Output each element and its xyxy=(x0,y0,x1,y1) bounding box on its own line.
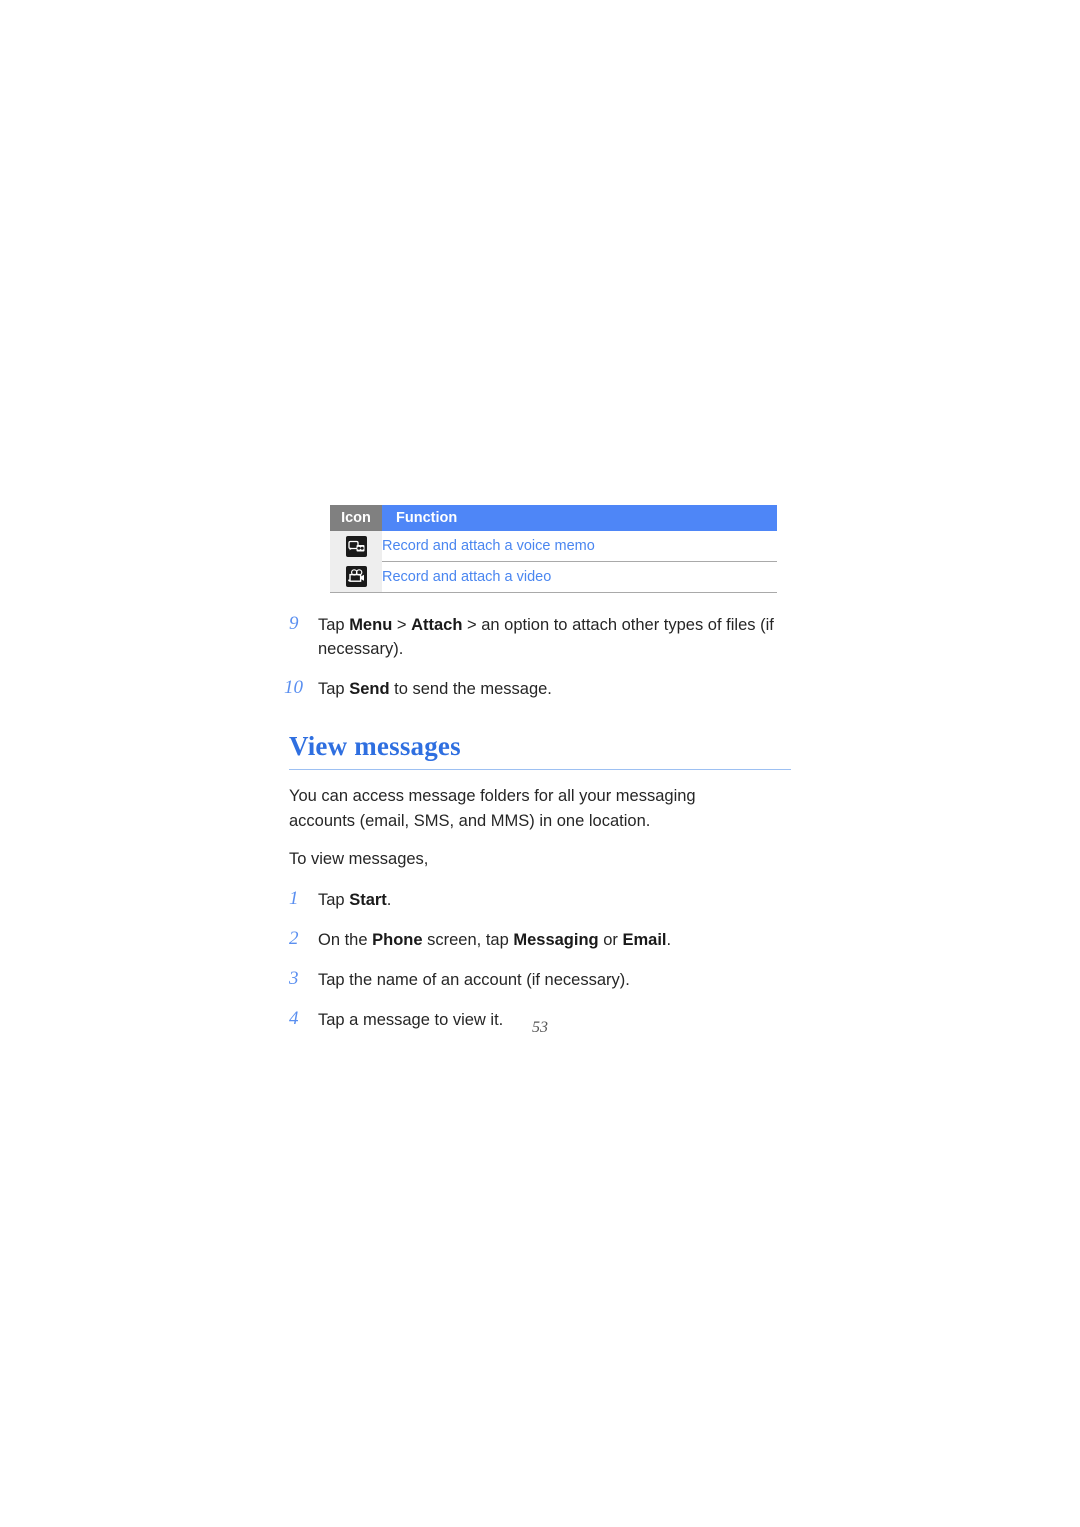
column-header-function: Function xyxy=(382,505,777,531)
voice-memo-icon xyxy=(345,535,367,557)
list-item: 9 Tap Menu > Attach > an option to attach… xyxy=(289,613,791,661)
table-body: Record and attach a voice memo Record an… xyxy=(330,531,777,593)
lead-in-paragraph: To view messages, xyxy=(289,850,429,868)
list-item: 1 Tap Start. xyxy=(289,888,791,912)
page-title: View messages xyxy=(289,731,461,761)
icon-function-table: Icon Function Record and attach a voice … xyxy=(330,505,777,593)
list-item: 2 On the Phone screen, tap Messaging or E… xyxy=(289,928,791,952)
page-content: Icon Function Record and attach a voice … xyxy=(284,505,791,1032)
heading-divider xyxy=(289,769,791,770)
steps-list-attach: 9 Tap Menu > Attach > an option to attach… xyxy=(284,613,791,701)
table-row: Record and attach a voice memo xyxy=(330,531,777,562)
table-cell-function: Record and attach a video xyxy=(382,561,777,593)
step-number: 3 xyxy=(289,967,299,989)
table-cell-function: Record and attach a voice memo xyxy=(382,531,777,562)
steps-list-view-messages: 1 Tap Start. 2 On the Phone screen, tap Mes… xyxy=(289,888,791,1032)
column-header-icon: Icon xyxy=(330,505,382,531)
manual-page: Icon Function Record and attach a voice … xyxy=(0,0,1080,1527)
table-header-row: Icon Function xyxy=(330,505,777,531)
list-item: 10 Tap Send to send the message. xyxy=(284,677,791,701)
step-text: Tap Start. xyxy=(318,890,392,909)
table-cell-icon xyxy=(330,531,382,562)
step-text: Tap Send to send the message. xyxy=(318,680,552,698)
video-camera-icon xyxy=(345,566,367,588)
step-text: Tap Menu > Attach > an option to attach … xyxy=(318,616,774,658)
step-number: 1 xyxy=(289,887,299,909)
table-row: Record and attach a video xyxy=(330,561,777,593)
intro-paragraph: You can access message folders for all y… xyxy=(289,787,696,830)
step-number: 2 xyxy=(289,927,299,949)
page-number: 53 xyxy=(532,1019,548,1036)
table-cell-icon xyxy=(330,561,382,593)
list-item: 3 Tap the name of an account (if necessar… xyxy=(289,968,791,992)
step-number: 10 xyxy=(284,677,303,698)
table-header: Icon Function xyxy=(330,505,777,531)
step-text: On the Phone screen, tap Messaging or Em… xyxy=(318,930,672,949)
step-text: Tap the name of an account (if necessary… xyxy=(318,970,630,989)
step-number: 9 xyxy=(289,613,299,634)
